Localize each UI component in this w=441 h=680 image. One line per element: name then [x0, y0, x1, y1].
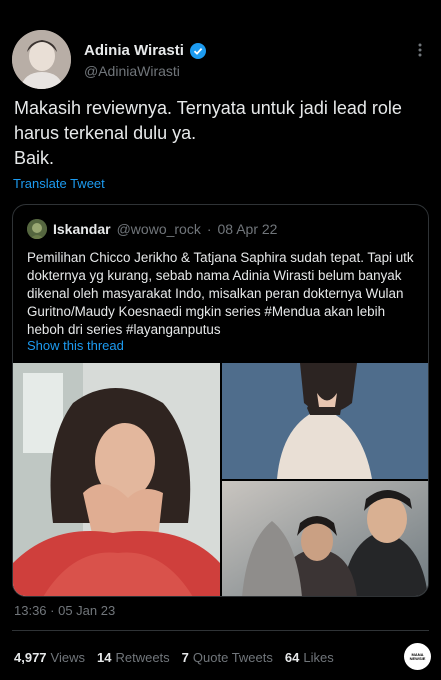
quoted-date: 08 Apr 22 — [217, 221, 278, 237]
quoted-tweet[interactable]: Iskandar @wowo_rock · 08 Apr 22 Pemiliha… — [12, 204, 429, 597]
quoted-author-avatar — [27, 219, 47, 239]
views-count: 4,977 — [14, 650, 47, 665]
quoted-author-name: Iskandar — [53, 221, 111, 237]
quote-tweets-count: 7 — [181, 650, 189, 665]
retweets-label: Retweets — [115, 650, 170, 665]
quote-tweets-label: Quote Tweets — [192, 650, 273, 665]
translate-tweet-link[interactable]: Translate Tweet — [13, 176, 105, 191]
likes-stat[interactable]: 64 Likes — [285, 650, 334, 665]
media-photo-1[interactable] — [13, 363, 220, 596]
media-photo-2[interactable] — [222, 363, 428, 479]
views-label: Views — [50, 650, 85, 665]
media-photo-3[interactable] — [222, 481, 428, 596]
retweets-stat[interactable]: 14 Retweets — [97, 650, 170, 665]
watermark-logo: MANA NEWSIE — [404, 643, 431, 670]
stats-divider — [12, 630, 429, 631]
tweet-timestamp[interactable]: 13:36 · 05 Jan 23 — [14, 603, 115, 618]
retweets-count: 14 — [97, 650, 112, 665]
tweet-text: Makasih reviewnya. Ternyata untuk jadi l… — [14, 98, 402, 168]
show-thread-link[interactable]: Show this thread — [27, 338, 124, 353]
tweet-stats: 4,977 Views 14 Retweets 7 Quote Tweets 6… — [14, 650, 334, 665]
quoted-separator: · — [206, 221, 212, 237]
quote-tweets-stat[interactable]: 7 Quote Tweets — [182, 650, 273, 665]
views-stat: 4,977 Views — [14, 650, 85, 665]
more-dots-icon[interactable] — [412, 42, 428, 58]
quoted-media-grid — [13, 363, 428, 596]
verified-badge-icon — [189, 42, 206, 59]
quoted-tweet-text: Pemilihan Chicco Jerikho & Tatjana Saphi… — [27, 250, 414, 337]
author-handle[interactable]: @AdiniaWirasti — [84, 63, 180, 79]
author-avatar[interactable] — [12, 30, 71, 89]
likes-label: Likes — [303, 650, 334, 665]
quoted-tweet-header: Iskandar @wowo_rock · 08 Apr 22 — [27, 219, 277, 239]
quoted-author-handle: @wowo_rock — [116, 221, 201, 237]
likes-count: 64 — [284, 650, 300, 665]
author-name-row: Adinia Wirasti — [84, 42, 206, 59]
author-name[interactable]: Adinia Wirasti — [84, 42, 184, 59]
tweet-header: Adinia Wirasti @AdiniaWirasti — [12, 30, 432, 92]
